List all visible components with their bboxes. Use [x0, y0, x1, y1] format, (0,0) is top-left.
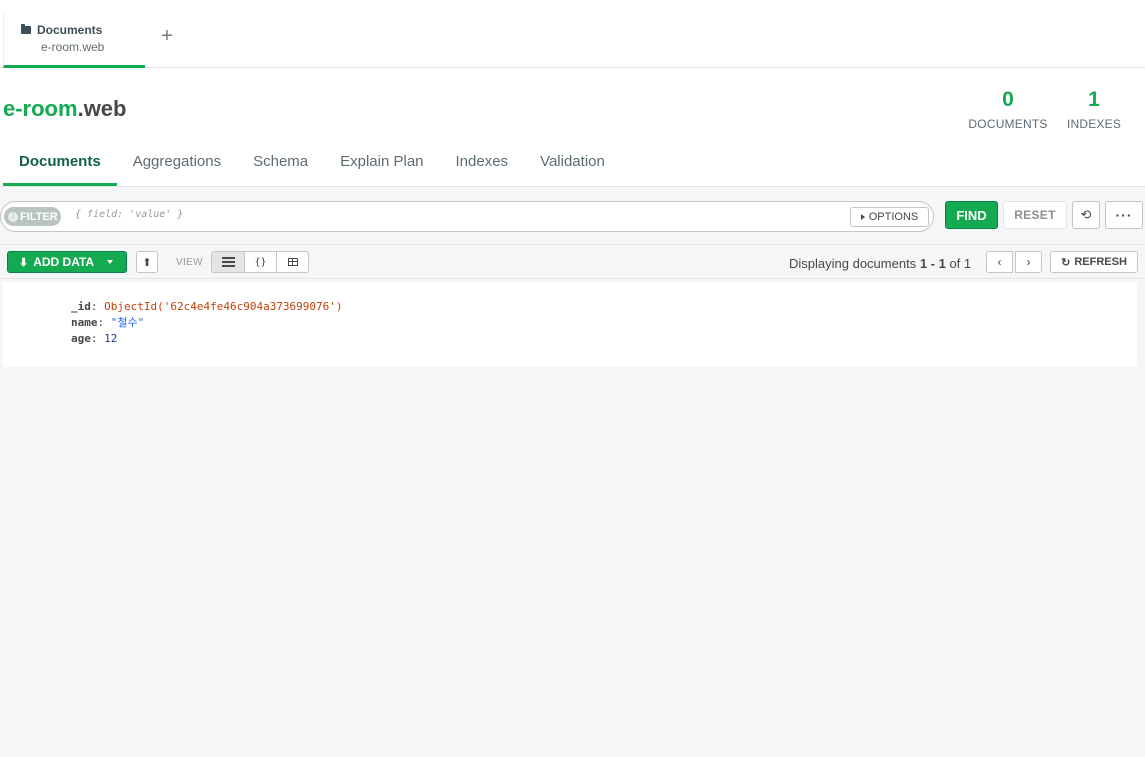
- paging-status: Displaying documents 1 - 1 of 1: [789, 256, 971, 271]
- filter-input[interactable]: [75, 209, 775, 220]
- document-fields: _id: ObjectId('62c4e4fe46c904a373699076'…: [71, 299, 343, 347]
- download-icon: ⬇: [19, 256, 29, 269]
- info-icon: i: [8, 211, 18, 222]
- field-value: "철수": [110, 316, 145, 329]
- export-button[interactable]: ⬆: [136, 251, 158, 273]
- filter-pill[interactable]: i FILTER: [4, 207, 61, 226]
- paging-range: 1 - 1: [919, 256, 946, 271]
- documents-stat: 0 DOCUMENTS: [966, 88, 1050, 131]
- add-data-label: ADD DATA: [33, 255, 95, 269]
- chevron-down-icon: [107, 260, 114, 264]
- list-view-button[interactable]: [212, 252, 244, 272]
- field-key: _id: [71, 300, 91, 313]
- find-button[interactable]: FIND: [945, 201, 998, 229]
- add-data-button[interactable]: ⬇ ADD DATA: [7, 251, 127, 273]
- folder-icon: [21, 24, 31, 34]
- tab-validation[interactable]: Validation: [524, 140, 621, 186]
- view-toggle-group: {}: [211, 251, 309, 273]
- options-button[interactable]: OPTIONS: [850, 207, 929, 227]
- workspace-tab-title: Documents: [37, 23, 103, 37]
- field-value: 12: [104, 332, 118, 345]
- history-button[interactable]: ⟲: [1072, 201, 1100, 229]
- workspace-tab-title-row: Documents: [21, 23, 102, 37]
- next-page-button[interactable]: ›: [1015, 251, 1042, 273]
- view-label: VIEW: [176, 257, 203, 268]
- table-icon: [287, 258, 298, 266]
- tab-aggregations[interactable]: Aggregations: [117, 140, 237, 186]
- query-area: i FILTER OPTIONS FIND RESET ⟲ ··· ⬇ ADD …: [0, 186, 1145, 757]
- reset-button[interactable]: RESET: [1003, 201, 1067, 229]
- document-field-id: _id: ObjectId('62c4e4fe46c904a373699076'…: [71, 300, 343, 313]
- collection-subtabs: Documents Aggregations Schema Explain Pl…: [3, 140, 621, 186]
- filter-bar: i FILTER OPTIONS: [0, 201, 934, 232]
- refresh-button[interactable]: ↻ REFRESH: [1050, 251, 1138, 273]
- list-icon: [222, 257, 235, 267]
- collection-title: e-room.web: [3, 96, 126, 122]
- paging-total: 1: [963, 256, 972, 271]
- table-view-button[interactable]: [276, 252, 308, 272]
- collection-db-name: e-room: [3, 96, 78, 121]
- documents-toolbar: ⬇ ADD DATA ⬆ VIEW {} Displaying document…: [0, 244, 1145, 279]
- upload-icon: ⬆: [142, 256, 152, 269]
- document-field-name: name: "철수": [71, 316, 145, 329]
- paging-prefix: Displaying documents: [789, 256, 917, 271]
- refresh-icon: ↻: [1061, 256, 1071, 269]
- field-key: name: [71, 316, 98, 329]
- documents-count-label: DOCUMENTS: [968, 117, 1048, 131]
- indexes-stat: 1 INDEXES: [1064, 88, 1124, 131]
- options-label: OPTIONS: [868, 211, 919, 223]
- workspace-tab-documents[interactable]: Documents e-room.web: [3, 13, 145, 68]
- previous-page-button[interactable]: ‹: [986, 251, 1013, 273]
- document-card[interactable]: _id: ObjectId('62c4e4fe46c904a373699076'…: [3, 282, 1137, 367]
- document-field-age: age: 12: [71, 332, 118, 345]
- tab-indexes[interactable]: Indexes: [440, 140, 525, 186]
- history-icon: ⟲: [1080, 207, 1092, 222]
- tab-documents[interactable]: Documents: [3, 140, 117, 186]
- filter-pill-label: FILTER: [20, 210, 58, 223]
- chevron-left-icon: ‹: [997, 255, 1002, 269]
- chevron-right-icon: ›: [1026, 255, 1031, 269]
- refresh-label: REFRESH: [1074, 256, 1127, 268]
- workspace-tab-strip: Documents e-room.web +: [0, 0, 1145, 68]
- indexes-count-label: INDEXES: [1066, 117, 1122, 131]
- paging-of: of: [949, 256, 961, 271]
- field-key: age: [71, 332, 91, 345]
- json-view-button[interactable]: {}: [244, 252, 276, 272]
- documents-count: 0: [1002, 88, 1014, 111]
- tab-explain-plan[interactable]: Explain Plan: [324, 140, 439, 186]
- indexes-count: 1: [1088, 88, 1100, 111]
- caret-right-icon: [860, 214, 865, 220]
- collection-name: web: [83, 96, 127, 121]
- more-options-button[interactable]: ···: [1105, 201, 1143, 229]
- workspace-tab-subtitle: e-room.web: [41, 40, 105, 54]
- tab-schema[interactable]: Schema: [237, 140, 324, 186]
- field-value: ObjectId('62c4e4fe46c904a373699076'): [104, 300, 343, 313]
- plus-icon[interactable]: +: [158, 26, 176, 46]
